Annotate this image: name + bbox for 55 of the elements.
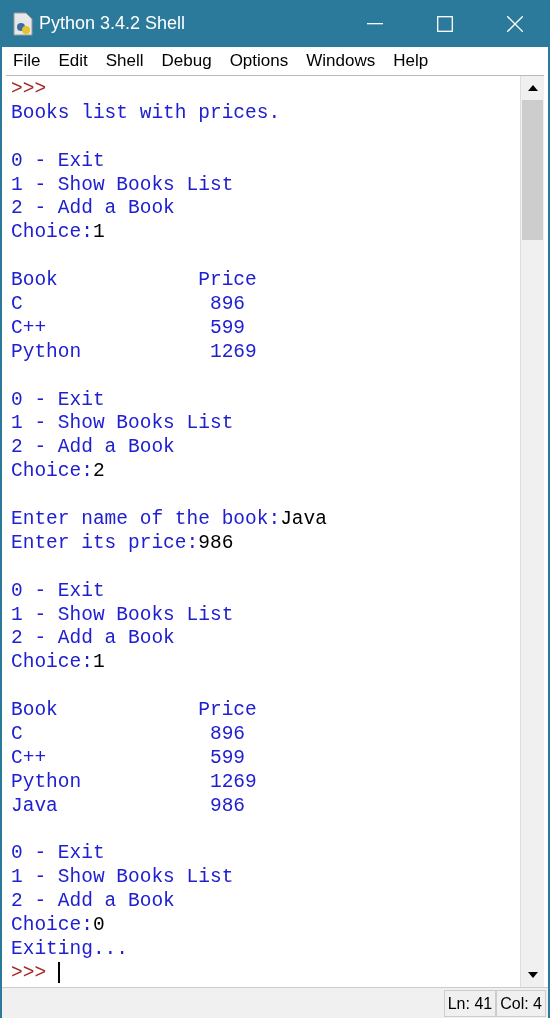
close-icon bbox=[507, 15, 523, 32]
minimize-icon bbox=[367, 22, 383, 25]
menu-item[interactable]: Debug bbox=[161, 48, 212, 74]
program-output: Choice: bbox=[11, 220, 93, 245]
menu-item[interactable]: Edit bbox=[58, 48, 88, 74]
program-output: Books list with prices. bbox=[11, 100, 281, 125]
program-output: 1 - Show Books List bbox=[11, 172, 234, 197]
program-output: 0 - Exit bbox=[11, 387, 105, 412]
menu-item[interactable]: Help bbox=[393, 48, 429, 74]
program-output: 2 - Add a Book bbox=[11, 196, 175, 221]
program-output: Choice: bbox=[11, 650, 93, 675]
program-output: Enter name of the book: bbox=[11, 507, 281, 531]
program-output: 0 - Exit bbox=[11, 841, 105, 866]
scroll-up-icon[interactable] bbox=[527, 85, 538, 91]
typed-text: Java bbox=[280, 507, 327, 531]
column-number-status: Col: 4 bbox=[496, 989, 546, 1017]
menu-item[interactable]: Shell bbox=[105, 48, 144, 74]
program-output: 2 - Add a Book bbox=[11, 435, 175, 460]
shell-prompt: >>> bbox=[11, 76, 47, 101]
scrollbar[interactable] bbox=[520, 76, 544, 987]
program-output: Book Price bbox=[11, 698, 257, 723]
program-output: 2 - Add a Book bbox=[11, 626, 175, 651]
program-output: Book Price bbox=[11, 268, 257, 293]
line-number-status: Ln: 41 bbox=[443, 989, 497, 1017]
typed-text: 2 bbox=[92, 459, 105, 484]
program-output: 1 - Show Books List bbox=[11, 865, 234, 890]
typed-text: 1 bbox=[92, 220, 105, 245]
typed-text: 0 bbox=[92, 913, 105, 938]
program-output: C 896 bbox=[11, 291, 246, 316]
program-output: Choice: bbox=[11, 459, 93, 484]
program-output: C++ 599 bbox=[11, 315, 246, 340]
menu-item[interactable]: File bbox=[13, 48, 41, 74]
program-output: 1 - Show Books List bbox=[11, 411, 234, 436]
menu-item[interactable]: Windows bbox=[306, 48, 376, 74]
scroll-down-icon[interactable] bbox=[527, 972, 538, 978]
menu-item[interactable]: Options bbox=[229, 48, 289, 74]
program-output: Choice: bbox=[11, 913, 93, 938]
program-output: Python 1269 bbox=[11, 339, 257, 364]
scroll-thumb[interactable] bbox=[522, 100, 543, 240]
typed-text: 1 bbox=[92, 650, 105, 675]
program-output: 0 - Exit bbox=[11, 578, 105, 603]
program-output: Python 1269 bbox=[11, 769, 257, 794]
window-title: Python 3.4.2 Shell bbox=[39, 12, 186, 35]
program-output: 2 - Add a Book bbox=[11, 889, 175, 914]
program-output: 1 - Show Books List bbox=[11, 602, 234, 627]
shell-prompt: >>> bbox=[11, 960, 48, 985]
python-file-icon bbox=[13, 11, 33, 36]
program-output: Exiting... bbox=[11, 937, 129, 961]
maximize-icon bbox=[437, 15, 453, 32]
program-output: 0 - Exit bbox=[11, 148, 105, 173]
typed-text: 986 bbox=[198, 530, 234, 555]
program-output: C++ 599 bbox=[11, 745, 246, 770]
program-output: Enter its price: bbox=[11, 530, 199, 555]
program-output: C 896 bbox=[11, 722, 246, 746]
program-output: Java 986 bbox=[11, 793, 246, 818]
